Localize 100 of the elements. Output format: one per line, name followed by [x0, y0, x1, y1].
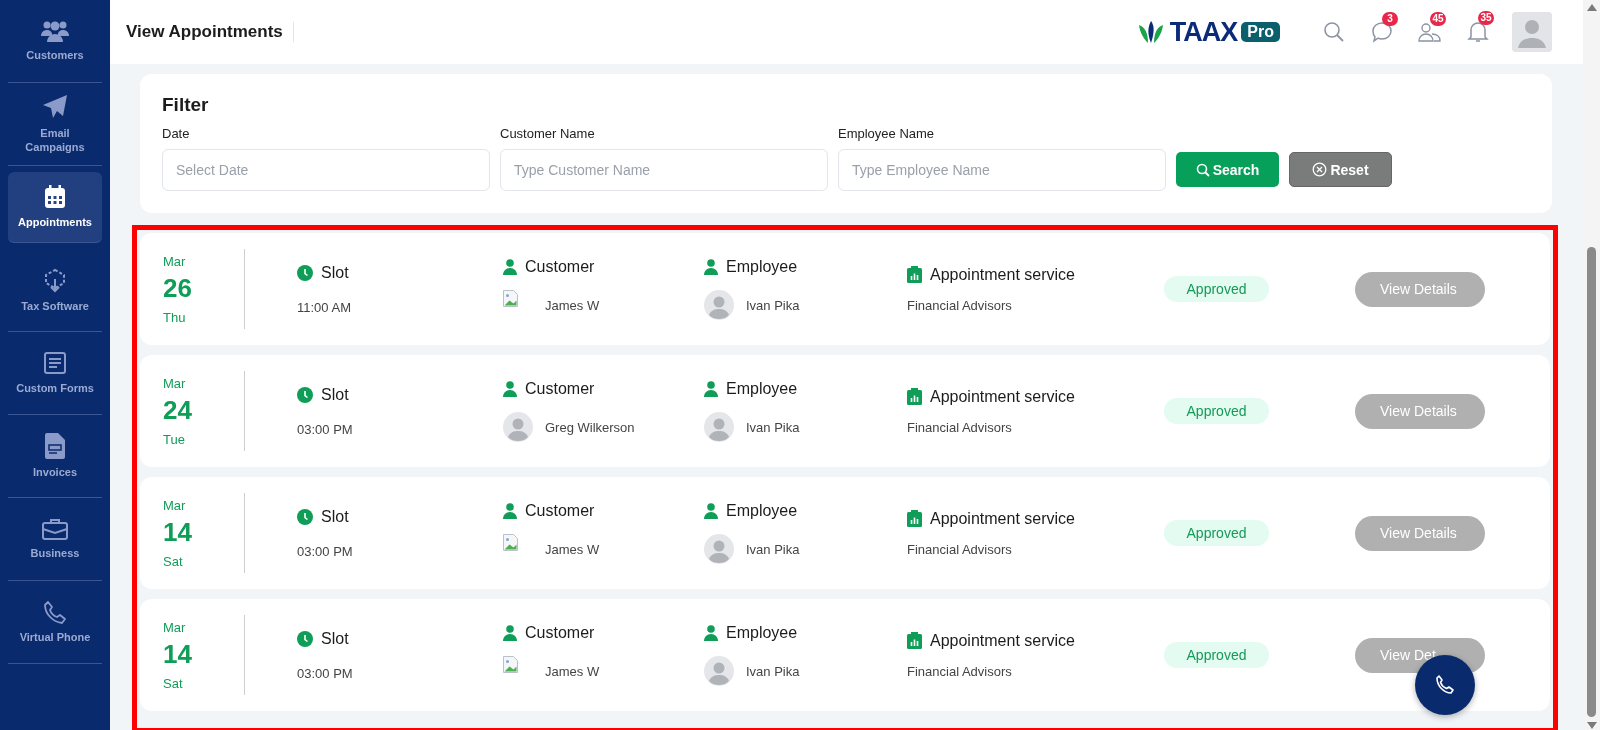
service-name: Financial Advisors	[907, 541, 1013, 557]
input-field[interactable]: Type Customer Name	[500, 149, 828, 191]
customer-label: Customer	[525, 380, 595, 398]
slot-label: Slot	[321, 629, 349, 648]
clipboard-chart-icon	[907, 510, 922, 527]
phone-icon	[1433, 673, 1457, 697]
logo-text: TAAX	[1169, 16, 1238, 48]
sidebar-item[interactable]: Invoices	[8, 415, 102, 498]
calendar-icon	[44, 184, 66, 209]
day-number: 24	[163, 394, 193, 426]
person-icon	[704, 625, 718, 641]
form-icon	[43, 350, 67, 375]
sidebar-item[interactable]: Appointments	[8, 172, 102, 243]
status-badge: Approved	[1164, 398, 1269, 424]
weekday-label: Sat	[163, 553, 184, 569]
employee-name: Ivan Pika	[746, 541, 800, 557]
day-number: 14	[163, 638, 193, 670]
customer-name: James W	[545, 541, 600, 557]
filter-title: Filter	[162, 94, 210, 116]
customer-name: James W	[545, 663, 600, 679]
employee-label: Employee	[726, 380, 798, 398]
input-field[interactable]: Select Date	[162, 149, 490, 191]
slot-label: Slot	[321, 507, 349, 526]
reset-button[interactable]: Reset	[1289, 152, 1392, 187]
field-label: Customer Name	[500, 126, 596, 141]
person-icon	[503, 381, 517, 397]
scroll-down-icon[interactable]	[1586, 722, 1597, 729]
customer-label: Customer	[525, 502, 595, 520]
logo-badge: Pro	[1241, 22, 1280, 42]
search-button[interactable]: Search	[1176, 152, 1279, 187]
input-field[interactable]: Type Employee Name	[838, 149, 1166, 191]
person-icon	[503, 259, 517, 275]
field-label: Employee Name	[838, 126, 936, 141]
employee-label: Employee	[726, 258, 798, 276]
service-name: Financial Advisors	[907, 297, 1013, 313]
clock-icon	[297, 386, 313, 403]
service-label: Appointment service	[930, 387, 1075, 406]
sidebar-item[interactable]: Customers	[8, 0, 102, 83]
document-icon	[45, 432, 65, 459]
person-icon	[704, 259, 718, 275]
person-icon	[503, 625, 517, 641]
employee-name: Ivan Pika	[746, 663, 800, 679]
customer-label: Customer	[525, 258, 595, 276]
field-label: Date	[162, 126, 191, 141]
bell-icon[interactable]	[1467, 20, 1489, 44]
sidebar-item[interactable]: Custom Forms	[8, 332, 102, 415]
chat-icon[interactable]	[1371, 21, 1393, 43]
count-badge: 35	[1478, 11, 1494, 25]
customer-label: Customer	[525, 624, 595, 642]
month-label: Mar	[163, 497, 187, 513]
page-title: View Appointments	[126, 22, 294, 42]
month-label: Mar	[163, 375, 187, 391]
sidebar-item[interactable]: Email Campaigns	[8, 83, 102, 166]
sidebar-item[interactable]: Virtual Phone	[8, 581, 102, 664]
clipboard-chart-icon	[907, 388, 922, 405]
service-label: Appointment service	[930, 631, 1075, 650]
close-circle-icon	[1312, 162, 1328, 177]
box-icon	[42, 266, 68, 293]
slot-time: 03:00 PM	[297, 665, 354, 681]
sidebar-item[interactable]: Tax Software	[8, 249, 102, 332]
slot-label: Slot	[321, 263, 349, 282]
service-label: Appointment service	[930, 509, 1075, 528]
slot-time: 03:00 PM	[297, 543, 354, 559]
paper-plane-icon	[42, 93, 68, 120]
search-icon	[1195, 162, 1210, 177]
slot-time: 03:00 PM	[297, 421, 354, 437]
month-label: Mar	[163, 619, 187, 635]
person-icon	[503, 503, 517, 519]
phone-icon	[43, 599, 67, 624]
users-icon[interactable]	[1418, 21, 1442, 43]
users-icon	[41, 19, 69, 42]
clock-icon	[297, 264, 313, 281]
service-name: Financial Advisors	[907, 419, 1013, 435]
search-icon[interactable]	[1323, 21, 1345, 43]
service-label: Appointment service	[930, 265, 1075, 284]
employee-label: Employee	[726, 502, 798, 520]
clock-icon	[297, 508, 313, 525]
employee-label: Employee	[726, 624, 798, 642]
clipboard-chart-icon	[907, 632, 922, 649]
service-name: Financial Advisors	[907, 663, 1013, 679]
sidebar-item[interactable]: Business	[8, 498, 102, 581]
customer-name: Greg Wilkerson	[545, 419, 635, 435]
status-badge: Approved	[1164, 642, 1269, 668]
employee-name: Ivan Pika	[746, 297, 800, 313]
employee-name: Ivan Pika	[746, 419, 800, 435]
status-badge: Approved	[1164, 520, 1269, 546]
person-icon	[704, 381, 718, 397]
scroll-up-icon[interactable]	[1586, 4, 1597, 11]
person-icon	[704, 503, 718, 519]
count-badge: 45	[1430, 12, 1446, 26]
briefcase-icon	[42, 517, 68, 540]
clipboard-chart-icon	[907, 266, 922, 283]
weekday-label: Tue	[163, 431, 186, 447]
slot-time: 11:00 AM	[297, 299, 352, 315]
clock-icon	[297, 630, 313, 647]
day-number: 14	[163, 516, 193, 548]
month-label: Mar	[163, 253, 187, 269]
customer-name: James W	[545, 297, 600, 313]
scrollbar[interactable]	[1583, 0, 1600, 730]
weekday-label: Sat	[163, 675, 184, 691]
